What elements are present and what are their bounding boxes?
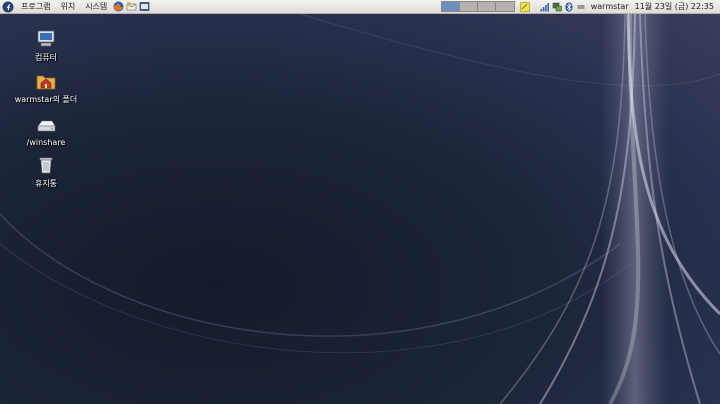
menu-system[interactable]: 시스템 bbox=[80, 0, 112, 14]
volume-icon[interactable] bbox=[576, 2, 586, 12]
bluetooth-icon[interactable] bbox=[564, 1, 574, 12]
clock[interactable]: 11월 23일 (금) 22:35 bbox=[635, 1, 720, 12]
menu-applications[interactable]: 프로그램 bbox=[16, 0, 55, 14]
fedora-logo-icon[interactable] bbox=[2, 1, 14, 13]
text-editor-icon[interactable] bbox=[139, 1, 150, 12]
desktop-icon-computer[interactable]: 컴퓨터 bbox=[8, 28, 84, 63]
desktop-icon-label: warmstar의 폴더 bbox=[14, 95, 78, 104]
menu-places[interactable]: 위치 bbox=[55, 0, 80, 14]
notes-icon[interactable] bbox=[519, 1, 530, 12]
home-folder-icon bbox=[36, 75, 56, 90]
top-panel: 프로그램 위치 시스템 warmstar 11월 23일 (금) 22:35 bbox=[0, 0, 720, 14]
computer-icon bbox=[37, 30, 55, 47]
network-icon[interactable] bbox=[552, 2, 562, 12]
signal-strength-icon[interactable] bbox=[540, 2, 550, 12]
desktop-icon-label: /winshare bbox=[26, 138, 66, 147]
desktop-icon-trash[interactable]: 휴지통 bbox=[8, 154, 84, 189]
workspace-3[interactable] bbox=[477, 2, 496, 11]
drive-icon bbox=[37, 120, 56, 132]
workspace-1[interactable] bbox=[441, 2, 460, 11]
trash-icon bbox=[39, 157, 53, 174]
user-name[interactable]: warmstar bbox=[587, 2, 635, 11]
email-client-icon[interactable] bbox=[126, 1, 137, 12]
firefox-icon[interactable] bbox=[113, 1, 124, 12]
wallpaper bbox=[0, 14, 720, 404]
workspace-switcher[interactable] bbox=[440, 1, 515, 12]
desktop-icon-label: 휴지통 bbox=[34, 179, 58, 188]
desktop-icon-label: 컴퓨터 bbox=[34, 53, 58, 62]
desktop-icon-home-folder[interactable]: warmstar의 폴더 bbox=[8, 70, 84, 105]
workspace-4[interactable] bbox=[495, 2, 514, 11]
workspace-2[interactable] bbox=[459, 2, 478, 11]
desktop-icon-winshare[interactable]: /winshare bbox=[8, 114, 84, 147]
desktop[interactable]: 컴퓨터 warmstar의 폴더 /winshare 휴지통 bbox=[0, 14, 720, 404]
